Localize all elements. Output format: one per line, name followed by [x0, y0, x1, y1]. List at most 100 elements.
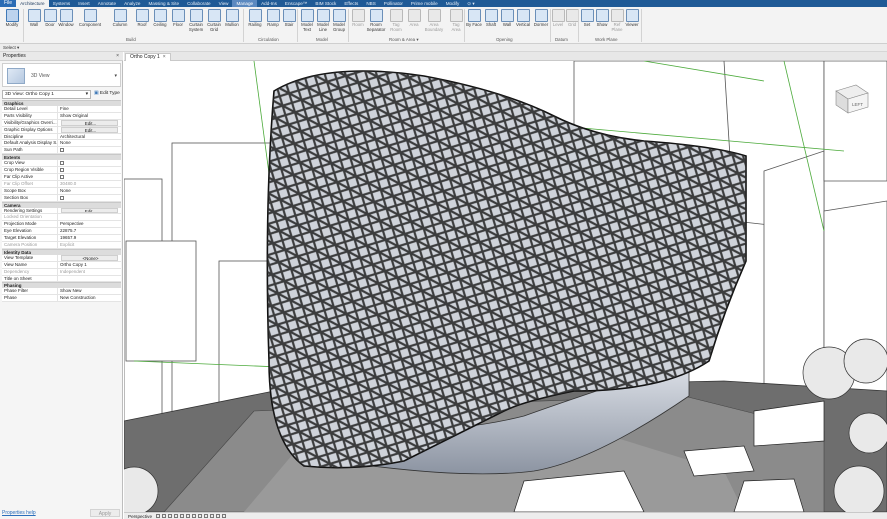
mullion-button[interactable]: Mullion: [222, 9, 242, 35]
temporary-hide-icon[interactable]: [204, 514, 209, 518]
tab-collaborate[interactable]: Collaborate: [183, 0, 215, 7]
tab-analyze[interactable]: Analyze: [120, 0, 144, 7]
property-value[interactable]: None: [58, 140, 121, 146]
property-value[interactable]: 30480.0: [58, 181, 121, 187]
edit-button[interactable]: Edit...: [61, 119, 118, 126]
property-row[interactable]: Projection Mode Perspective: [2, 221, 121, 229]
property-row[interactable]: Crop View: [2, 160, 121, 168]
tab-insert[interactable]: Insert: [74, 0, 94, 7]
3d-viewport[interactable]: LEFT: [124, 61, 887, 512]
stair-button[interactable]: Stair: [279, 9, 299, 35]
property-value[interactable]: [58, 167, 121, 173]
property-row[interactable]: Phase New Construction: [2, 295, 121, 303]
tab-modify[interactable]: Modify: [442, 0, 464, 7]
property-value[interactable]: Show Original: [58, 113, 121, 119]
property-value[interactable]: [58, 195, 121, 201]
property-value[interactable]: [58, 276, 121, 282]
tab-architecture[interactable]: Architecture: [16, 0, 49, 7]
close-icon[interactable]: ×: [163, 54, 166, 60]
tab-view[interactable]: View: [215, 0, 233, 7]
far-clip-active-checkbox[interactable]: [60, 175, 64, 180]
shadows-icon[interactable]: [174, 514, 179, 518]
reveal-hidden-icon[interactable]: [210, 514, 215, 518]
tab-systems[interactable]: Systems: [49, 0, 75, 7]
property-value[interactable]: Ortho Copy 1: [58, 262, 121, 268]
property-value[interactable]: 19657.9: [58, 235, 121, 241]
tab-massing-site[interactable]: Massing & Site: [144, 0, 183, 7]
model-group-button[interactable]: Model Group: [329, 9, 349, 35]
area-button[interactable]: Area: [404, 9, 424, 35]
section-box-checkbox[interactable]: [60, 195, 64, 200]
property-row[interactable]: Discipline Architectural: [2, 133, 121, 141]
component-button[interactable]: Component: [79, 9, 101, 35]
modify-button[interactable]: Modify: [2, 9, 22, 35]
property-row[interactable]: Far Clip Offset 30480.0: [2, 180, 121, 188]
property-value[interactable]: [58, 160, 121, 166]
property-row[interactable]: Graphic Display Options Edit...: [2, 126, 121, 134]
tab-enscape[interactable]: Enscape™: [281, 0, 311, 7]
file-tab[interactable]: File: [0, 0, 17, 7]
tab-pollinator[interactable]: Pollinator: [380, 0, 407, 7]
property-row[interactable]: Locked Orientation: [2, 214, 121, 222]
view-template-button[interactable]: <None>: [61, 254, 118, 261]
tab-add-ins[interactable]: Add-Ins: [257, 0, 281, 7]
projection-mode[interactable]: Perspective: [124, 514, 156, 519]
property-row[interactable]: Target Elevation 19657.9: [2, 235, 121, 243]
ceiling-button[interactable]: Ceiling: [150, 9, 170, 35]
tag-room-button[interactable]: Tag Room: [386, 9, 406, 35]
property-value[interactable]: [58, 147, 121, 153]
property-row[interactable]: Dependency Independent: [2, 268, 121, 276]
property-value[interactable]: None: [58, 188, 121, 194]
crop-region-visible-checkbox[interactable]: [60, 168, 64, 173]
crop-view-icon[interactable]: [186, 514, 191, 518]
visual-style-icon[interactable]: [162, 514, 167, 518]
property-row[interactable]: View Template <None>: [2, 254, 121, 262]
sun-path-checkbox[interactable]: [60, 148, 64, 153]
detail-level-icon[interactable]: [156, 514, 161, 518]
property-value[interactable]: Fine: [58, 106, 121, 112]
column-button[interactable]: Column: [110, 9, 130, 35]
area-boundary-button[interactable]: Area Boundary: [424, 9, 444, 35]
unlock-3d-view-icon[interactable]: [198, 514, 203, 518]
property-value[interactable]: Perspective: [58, 221, 121, 227]
property-row[interactable]: Eye Elevation 22875.7: [2, 228, 121, 236]
curtain-system-button[interactable]: Curtain System: [186, 9, 206, 35]
property-row[interactable]: Far Clip Active: [2, 174, 121, 181]
property-row[interactable]: Section Box: [2, 194, 121, 202]
tab-nbs[interactable]: NBS: [362, 0, 379, 7]
property-value[interactable]: 22875.7: [58, 228, 121, 234]
property-value[interactable]: New Construction: [58, 295, 121, 301]
close-icon[interactable]: ×: [116, 53, 119, 59]
property-row[interactable]: Parts Visibility Show Original: [2, 112, 121, 120]
property-row[interactable]: Detail Level Fine: [2, 106, 121, 113]
property-row[interactable]: Camera Position Explicit: [2, 242, 121, 249]
tab-overflow[interactable]: ⊙ ▾: [463, 0, 478, 7]
sun-path-icon[interactable]: [168, 514, 173, 518]
property-row[interactable]: View Name Ortho Copy 1: [2, 261, 121, 269]
roof-button[interactable]: Roof: [132, 9, 152, 35]
viewer-button[interactable]: Viewer: [622, 9, 642, 35]
show-crop-region-icon[interactable]: [192, 514, 197, 518]
property-row[interactable]: Scope Box None: [2, 187, 121, 195]
tag-area-button[interactable]: Tag Area: [446, 9, 466, 35]
tab-prime-mobile[interactable]: Prime mobile: [407, 0, 442, 7]
railing-button[interactable]: Railing: [245, 9, 265, 35]
property-value[interactable]: [58, 174, 121, 180]
curtain-grid-button[interactable]: Curtain Grid: [204, 9, 224, 35]
tab-annotate[interactable]: Annotate: [94, 0, 120, 7]
property-row[interactable]: Rendering Settings Edit...: [2, 207, 121, 215]
view-tab-ortho-copy-1[interactable]: Ortho Copy 1 ×: [125, 53, 171, 61]
instance-selector[interactable]: 3D View: Ortho Copy 1 ▾: [2, 90, 91, 99]
edit-button[interactable]: Edit...: [61, 207, 118, 214]
property-row[interactable]: Default Analysis Display S... None: [2, 140, 121, 148]
edit-button[interactable]: Edit...: [61, 126, 118, 133]
tab-effects[interactable]: Effects: [340, 0, 362, 7]
property-row[interactable]: Crop Region Visible: [2, 167, 121, 175]
type-selector[interactable]: 3D View ▾: [2, 63, 121, 87]
properties-help-link[interactable]: Properties help: [2, 510, 36, 516]
property-value[interactable]: Architectural: [58, 134, 121, 140]
property-value[interactable]: Show New: [58, 288, 121, 294]
edit-type-button[interactable]: ▣ Edit Type: [93, 90, 121, 99]
property-row[interactable]: Phase Filter Show New: [2, 288, 121, 296]
tab-manage[interactable]: Manage: [232, 0, 258, 7]
